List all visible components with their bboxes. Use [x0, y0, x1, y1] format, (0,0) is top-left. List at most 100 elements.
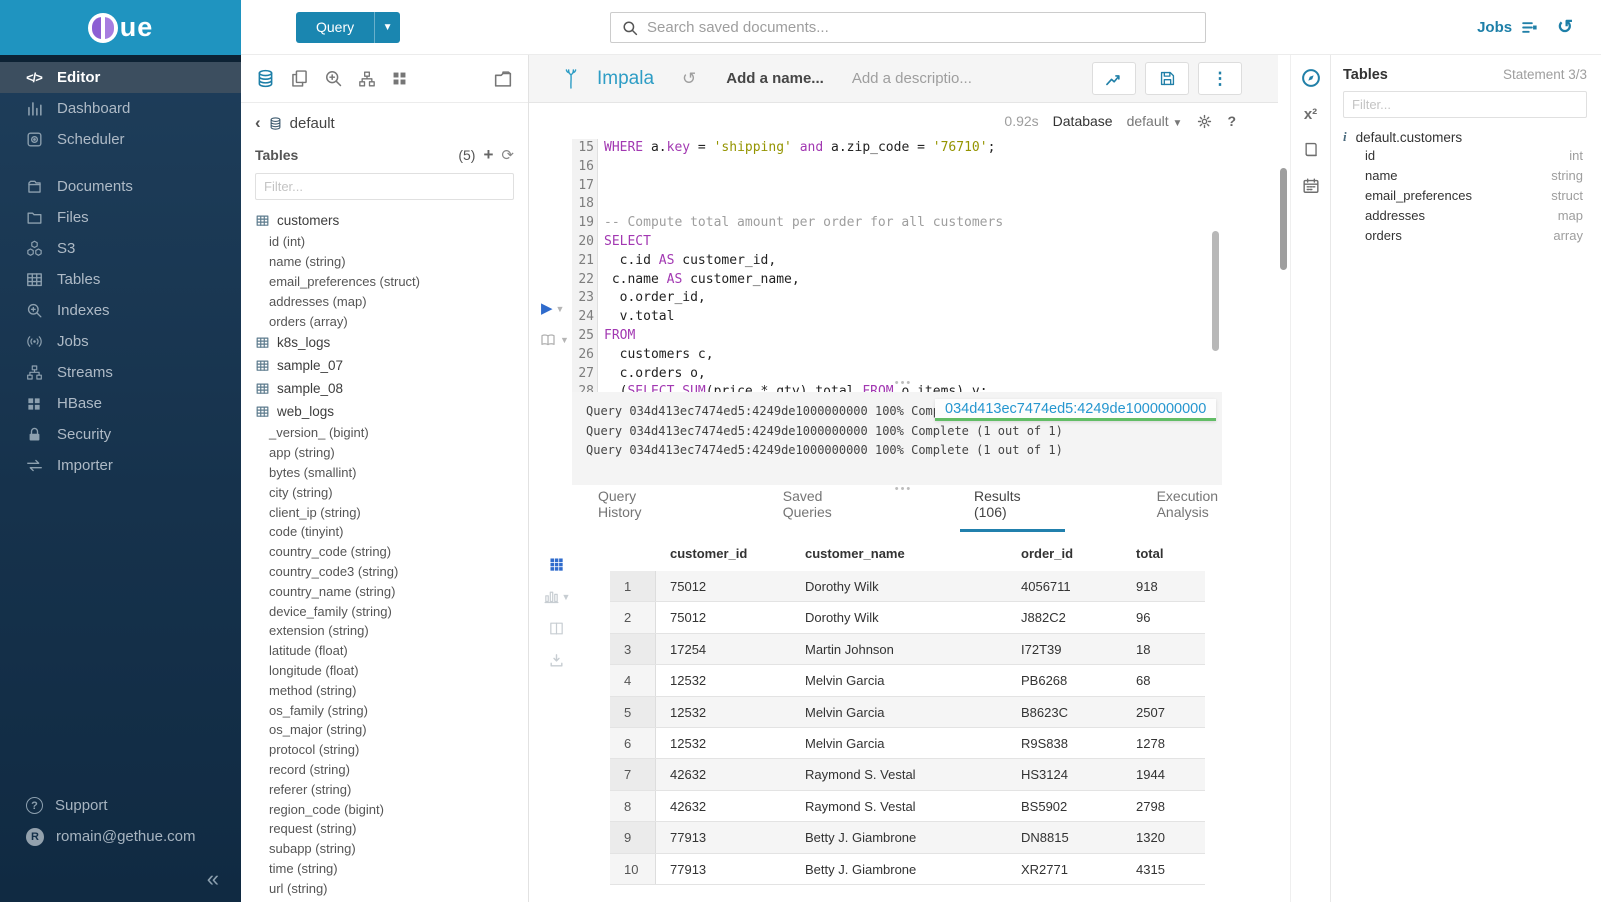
- columns-view-icon[interactable]: [548, 620, 565, 637]
- open-book-icon[interactable]: [539, 331, 557, 349]
- tree-column[interactable]: device_family (string): [255, 601, 514, 621]
- search-input[interactable]: [647, 19, 1195, 36]
- tree-column[interactable]: region_code (bigint): [255, 799, 514, 819]
- tree-table[interactable]: sample_07: [255, 354, 514, 377]
- tree-column[interactable]: subapp (string): [255, 839, 514, 859]
- column-header-customer_name[interactable]: customer_name: [801, 546, 1021, 561]
- settings-gear-icon[interactable]: [1196, 113, 1213, 130]
- tree-column[interactable]: orders (array): [255, 311, 514, 331]
- sidebar-item-indexes[interactable]: Indexes: [0, 295, 241, 326]
- new-query-button[interactable]: Query ▼: [296, 12, 400, 43]
- tree-column[interactable]: method (string): [255, 680, 514, 700]
- add-table-button[interactable]: +: [483, 145, 493, 165]
- tree-column[interactable]: os_family (string): [255, 700, 514, 720]
- database-name[interactable]: default: [290, 115, 335, 132]
- right-filter-input[interactable]: [1343, 91, 1587, 118]
- editor-scrollbar-thumb[interactable]: [1212, 231, 1219, 351]
- tree-column[interactable]: user_agent (string): [255, 898, 514, 902]
- right-column-name[interactable]: namestring: [1343, 165, 1587, 185]
- query-versions-icon[interactable]: ↺: [682, 69, 696, 89]
- assist-compass-icon[interactable]: [1300, 67, 1322, 89]
- grid-view-icon[interactable]: [548, 556, 565, 573]
- hue-logo[interactable]: ue: [0, 0, 241, 55]
- query-dropdown-caret[interactable]: ▼: [374, 12, 400, 43]
- right-column-email_preferences[interactable]: email_preferencesstruct: [1343, 185, 1587, 205]
- tree-table[interactable]: sample_08: [255, 377, 514, 400]
- assist-folder-icon[interactable]: [492, 68, 514, 90]
- sidebar-item-dashboard[interactable]: Dashboard: [0, 93, 241, 124]
- tree-column[interactable]: country_code3 (string): [255, 562, 514, 582]
- collapse-sidebar-button[interactable]: «: [0, 852, 241, 902]
- tree-column[interactable]: email_preferences (struct): [255, 272, 514, 292]
- right-column-addresses[interactable]: addressesmap: [1343, 206, 1587, 226]
- tree-column[interactable]: country_name (string): [255, 581, 514, 601]
- sidebar-item-tables[interactable]: Tables: [0, 264, 241, 295]
- assist-search-zoom-icon[interactable]: [323, 68, 344, 89]
- save-button[interactable]: [1145, 62, 1189, 95]
- tree-column[interactable]: longitude (float): [255, 661, 514, 681]
- query-history-icon[interactable]: ↺: [1557, 18, 1573, 37]
- tree-column[interactable]: os_major (string): [255, 720, 514, 740]
- sidebar-item-s3[interactable]: S3: [0, 233, 241, 264]
- tree-column[interactable]: addresses (map): [255, 291, 514, 311]
- tree-column[interactable]: time (string): [255, 859, 514, 879]
- more-actions-button[interactable]: ⋮: [1198, 62, 1242, 95]
- query-description-field[interactable]: Add a descriptio...: [852, 70, 972, 87]
- tree-column[interactable]: _version_ (bigint): [255, 423, 514, 443]
- tree-column[interactable]: client_ip (string): [255, 502, 514, 522]
- sidebar-item-security[interactable]: Security: [0, 419, 241, 450]
- query-name-field[interactable]: Add a name...: [726, 70, 824, 87]
- functions-icon[interactable]: x²: [1304, 106, 1317, 123]
- tab-query-history[interactable]: Query History: [584, 488, 691, 532]
- tab-saved-queries[interactable]: Saved Queries: [769, 488, 882, 532]
- tree-column[interactable]: request (string): [255, 819, 514, 839]
- tree-column[interactable]: country_code (string): [255, 542, 514, 562]
- tab-results-106-[interactable]: Results (106): [960, 488, 1065, 532]
- tree-table[interactable]: customers: [255, 209, 514, 232]
- docs-caret[interactable]: ▼: [560, 335, 569, 345]
- help-icon[interactable]: ?: [1227, 113, 1236, 129]
- download-results-icon[interactable]: [548, 652, 565, 669]
- right-column-id[interactable]: idint: [1343, 145, 1587, 165]
- tree-column[interactable]: protocol (string): [255, 740, 514, 760]
- tree-column[interactable]: referer (string): [255, 779, 514, 799]
- tree-column[interactable]: bytes (smallint): [255, 463, 514, 483]
- sidebar-item-editor[interactable]: </>Editor: [0, 62, 241, 93]
- sidebar-item-files[interactable]: Files: [0, 202, 241, 233]
- tree-table[interactable]: k8s_logs: [255, 331, 514, 354]
- assist-sitemap-icon[interactable]: [357, 69, 377, 89]
- tree-column[interactable]: url (string): [255, 878, 514, 898]
- schedule-icon[interactable]: [1301, 176, 1321, 196]
- sidebar-item-jobs[interactable]: Jobs: [0, 326, 241, 357]
- jobs-link[interactable]: Jobs: [1477, 18, 1539, 37]
- sidebar-item-hbase[interactable]: HBase: [0, 388, 241, 419]
- column-header-order_id[interactable]: order_id: [1021, 546, 1136, 561]
- tree-column[interactable]: city (string): [255, 482, 514, 502]
- tree-column[interactable]: code (tinyint): [255, 522, 514, 542]
- tab-execution-analysis[interactable]: Execution Analysis: [1143, 488, 1278, 532]
- sidebar-item-scheduler[interactable]: Scheduler: [0, 124, 241, 155]
- execute-options-caret[interactable]: ▼: [556, 304, 565, 314]
- column-header-customer_id[interactable]: customer_id: [656, 546, 801, 561]
- tree-column[interactable]: name (string): [255, 252, 514, 272]
- support-link[interactable]: ? Support: [0, 790, 241, 821]
- sql-code-editor[interactable]: 15WHERE a.key = 'shipping' and a.zip_cod…: [529, 139, 1278, 402]
- tree-column[interactable]: record (string): [255, 760, 514, 780]
- sidebar-item-streams[interactable]: Streams: [0, 357, 241, 388]
- refresh-tables-icon[interactable]: ⟳: [501, 146, 514, 164]
- query-id-overlay[interactable]: 034d413ec7474ed5:4249de1000000000: [935, 399, 1216, 421]
- tables-filter-input[interactable]: [255, 173, 514, 200]
- page-scrollbar-thumb[interactable]: [1280, 168, 1287, 270]
- database-selector[interactable]: default ▼: [1127, 113, 1183, 129]
- tree-table[interactable]: web_logs: [255, 400, 514, 423]
- execute-query-button[interactable]: ▶: [541, 301, 553, 316]
- assist-documents-icon[interactable]: [289, 68, 310, 89]
- assist-apps-icon[interactable]: [390, 69, 409, 88]
- assist-databases-icon[interactable]: [255, 68, 276, 89]
- active-table-row[interactable]: i default.customers: [1343, 129, 1587, 145]
- tree-column[interactable]: app (string): [255, 443, 514, 463]
- language-reference-icon[interactable]: [1301, 140, 1320, 159]
- chart-button[interactable]: [1092, 62, 1136, 95]
- tree-column[interactable]: id (int): [255, 232, 514, 252]
- sidebar-item-importer[interactable]: Importer: [0, 450, 241, 481]
